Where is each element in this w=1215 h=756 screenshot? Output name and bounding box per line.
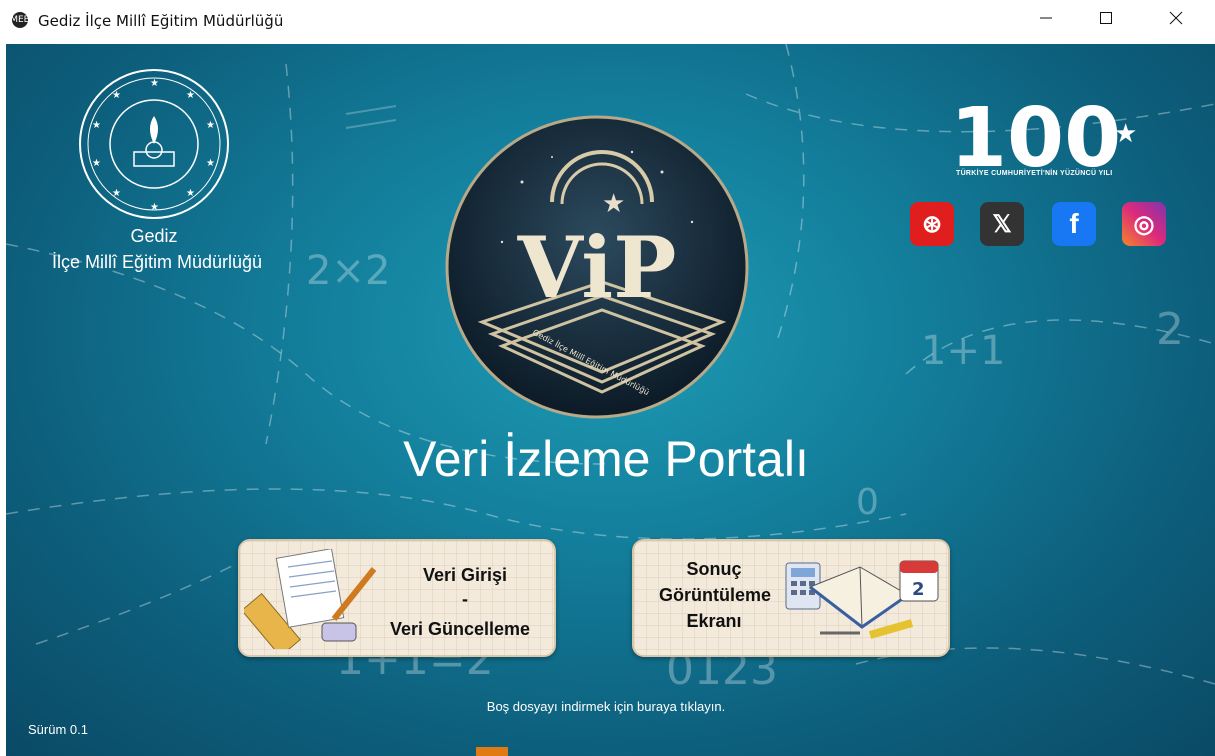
svg-text:1+1: 1+1 — [921, 328, 1005, 374]
data-entry-button[interactable]: Veri Girişi - Veri Güncelleme — [238, 539, 556, 657]
dribbble-icon: ⊛ — [921, 210, 943, 238]
results-label-line2: Görüntüleme — [658, 585, 771, 605]
app-icon: MEB — [10, 12, 30, 28]
calculator-book-calendar-icon: 2 — [785, 560, 939, 639]
centennial-subtitle: TÜRKİYE CUMHURİYETİ'NİN YÜZÜNCÜ YILI — [956, 170, 1113, 177]
data-entry-label-line3: Veri Güncelleme — [389, 619, 531, 639]
vip-logo-text: ViP — [517, 218, 677, 317]
org-name-line1: Gediz — [130, 226, 178, 246]
instagram-button[interactable]: ◎ — [1122, 202, 1166, 246]
close-button[interactable] — [1148, 0, 1204, 36]
svg-text:★: ★ — [602, 189, 625, 219]
portal-title: Veri İzleme Portalı — [403, 431, 809, 487]
minimize-icon — [1040, 17, 1052, 19]
scroll-indicator — [476, 747, 508, 756]
data-entry-label-line1: Veri Girişi — [422, 565, 508, 585]
svg-text:★: ★ — [186, 188, 195, 199]
facebook-button[interactable]: f — [1052, 202, 1096, 246]
results-button[interactable]: Sonuç Görüntüleme Ekranı 2 — [632, 539, 950, 657]
svg-text:2: 2 — [1156, 304, 1184, 355]
results-label-line1: Sonuç — [686, 559, 742, 579]
download-template-link[interactable]: Boş dosyayı indirmek için buraya tıklayı… — [396, 699, 816, 714]
svg-text:0: 0 — [856, 482, 879, 523]
x-button[interactable]: 𝕏 — [980, 202, 1024, 246]
calendar-day: 2 — [912, 579, 925, 600]
vip-logo: ★ ViP Gediz İlçe Millî Eğitim Müdürlüğü — [445, 115, 749, 419]
results-label-line3: Ekranı — [686, 611, 742, 631]
ministry-emblem: ★ ★ ★ ★ ★ ★ ★ ★ ★ ★ — [79, 69, 229, 219]
maximize-icon — [1100, 12, 1112, 24]
dribbble-button[interactable]: ⊛ — [910, 202, 954, 246]
svg-text:★: ★ — [206, 158, 215, 169]
window-title: Gediz İlçe Millî Eğitim Müdürlüğü — [38, 12, 284, 30]
version-label: Sürüm 0.1 — [28, 722, 88, 737]
minimize-button[interactable] — [1018, 0, 1074, 36]
svg-text:★: ★ — [1114, 119, 1137, 149]
svg-text:★: ★ — [92, 120, 101, 131]
svg-text:★: ★ — [186, 90, 195, 101]
org-name-line2: İlçe Millî Eğitim Müdürlüğü — [51, 252, 263, 272]
svg-text:★: ★ — [112, 188, 121, 199]
x-icon: 𝕏 — [992, 210, 1012, 238]
svg-text:★: ★ — [150, 78, 159, 89]
main-panel: 2×2 1+1 2 0 1+1=2 0123 ★ ★ ★ ★ ★ ★ ★ ★ ★ ★ Gedi… — [6, 44, 1215, 756]
svg-text:★: ★ — [150, 202, 159, 213]
svg-text:★: ★ — [92, 158, 101, 169]
close-icon — [1169, 11, 1183, 25]
svg-text:2×2: 2×2 — [306, 248, 390, 294]
facebook-icon: f — [1069, 208, 1079, 239]
data-entry-label-line2: - — [462, 589, 468, 609]
maximize-button[interactable] — [1078, 0, 1134, 36]
svg-text:★: ★ — [206, 120, 215, 131]
svg-text:★: ★ — [112, 90, 121, 101]
title-bar: MEB Gediz İlçe Millî Eğitim Müdürlüğü — [0, 0, 1215, 44]
instagram-icon: ◎ — [1133, 210, 1155, 238]
